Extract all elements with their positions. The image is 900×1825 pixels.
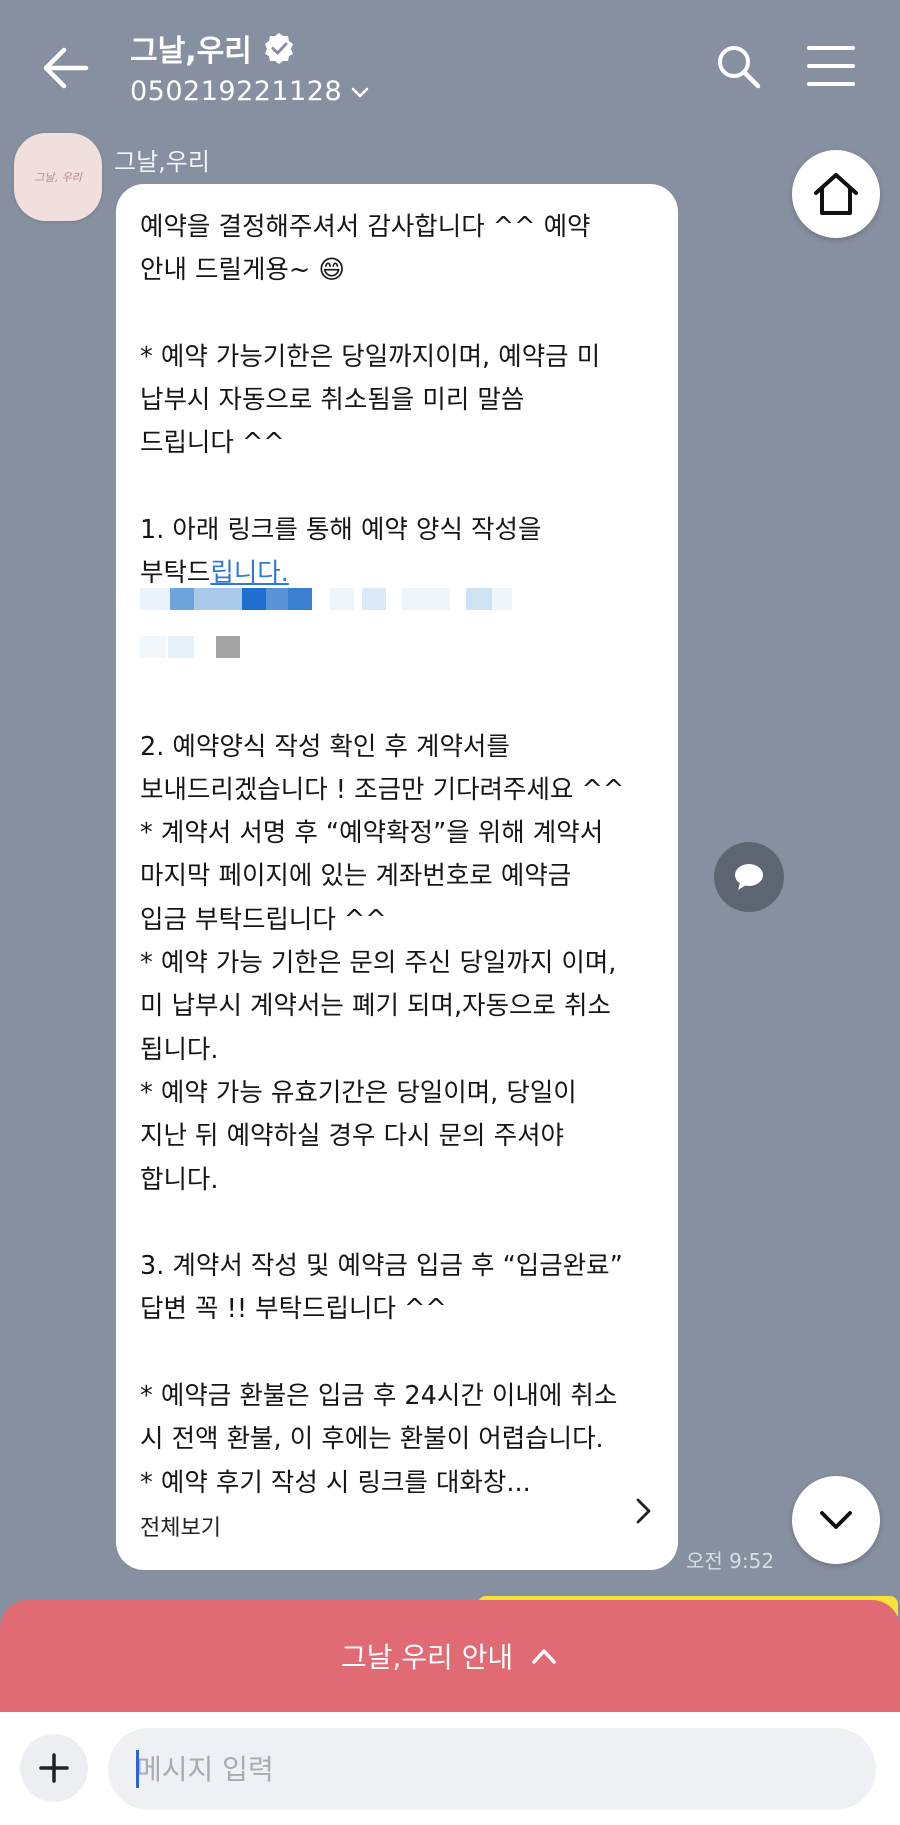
message-bubble[interactable]: 예약을 결정해주셔서 감사합니다 ^^ 예약 안내 드릴게용~ 😄 * 예약 가…: [116, 184, 678, 1570]
home-icon: [814, 173, 858, 215]
arrow-left-icon: [43, 47, 89, 89]
message-body-part-2: 2. 예약양식 작성 확인 후 계약서를 보내드리겠습니다 ! 조금만 기다려주…: [140, 731, 625, 1498]
speech-bubble-icon: [735, 864, 763, 890]
banner-label: 그날,우리 안내: [340, 1641, 514, 1674]
hamburger-menu-icon: [807, 46, 855, 86]
plus-icon: [39, 1753, 69, 1783]
chevron-right-icon[interactable]: [626, 1494, 660, 1528]
message-link[interactable]: 립니다.: [210, 558, 289, 588]
chat-header: 그날,우리 050219221128: [0, 0, 900, 120]
attach-button[interactable]: [20, 1734, 88, 1802]
back-button[interactable]: [36, 38, 96, 98]
search-icon: [718, 46, 761, 89]
message-body-part-1: 예약을 결정해주셔서 감사합니다 ^^ 예약 안내 드릴게용~ 😄 * 예약 가…: [140, 212, 601, 589]
verified-badge-icon: [264, 33, 293, 64]
chevron-down-icon: [351, 87, 369, 97]
avatar[interactable]: 그날, 우리: [14, 133, 102, 221]
quick-chat-button[interactable]: [714, 842, 784, 912]
scroll-down-button[interactable]: [792, 1476, 880, 1564]
home-button[interactable]: [792, 150, 880, 238]
redacted-link-pixels[interactable]: [140, 588, 550, 668]
message-input-bar: [0, 1712, 900, 1825]
search-button[interactable]: [712, 40, 764, 92]
message-input[interactable]: [108, 1728, 876, 1810]
chevron-up-icon: [532, 1649, 556, 1664]
chevron-down-icon: [820, 1511, 852, 1529]
channel-info-banner[interactable]: 그날,우리 안내: [0, 1600, 900, 1712]
chat-title-area[interactable]: 그날,우리 050219221128: [130, 26, 372, 107]
phone-number: 050219221128: [130, 76, 343, 107]
sender-name: 그날,우리: [114, 148, 210, 176]
chat-title: 그날,우리: [130, 34, 252, 69]
view-all-link[interactable]: 전체보기: [140, 1510, 221, 1542]
message-timestamp: 오전 9:52: [686, 1549, 775, 1573]
avatar-logo-text: 그날, 우리: [34, 171, 82, 184]
text-caret: [136, 1750, 139, 1788]
message-text: 예약을 결정해주셔서 감사합니다 ^^ 예약 안내 드릴게용~ 😄 * 예약 가…: [140, 206, 670, 1505]
menu-button[interactable]: [805, 42, 857, 90]
